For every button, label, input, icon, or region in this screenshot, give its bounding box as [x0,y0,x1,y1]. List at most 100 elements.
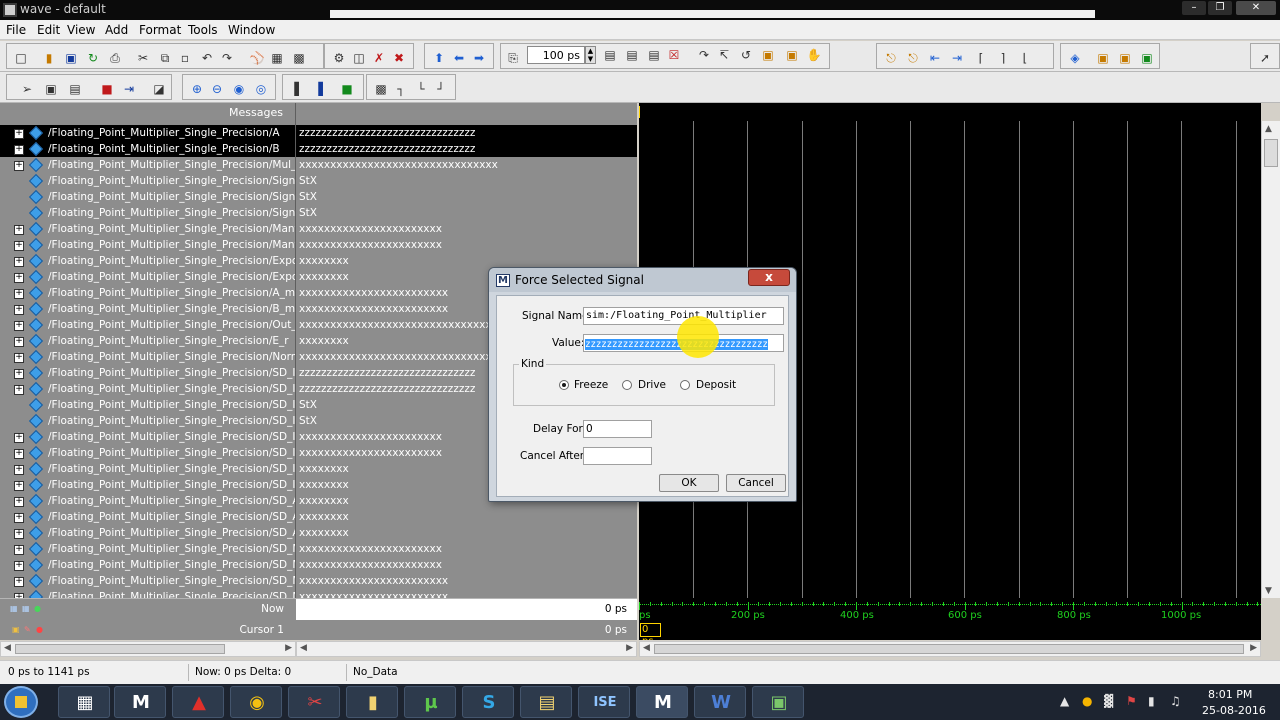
network-signal-icon[interactable]: ▓ [1104,694,1113,708]
break-icon[interactable]: ✗ [371,50,387,66]
expand-icon[interactable]: + [14,369,24,379]
scroll-left-icon[interactable]: ◀ [300,643,307,653]
signal-row[interactable]: +/Floating_Point_Multiplier_Single_Preci… [0,333,295,349]
signal-value-row[interactable]: xxxxxxxx [296,525,637,541]
task-calculator[interactable]: ▦ [58,686,110,718]
signal-row[interactable]: /Floating_Point_Multiplier_Single_Precis… [0,189,295,205]
task-folder[interactable]: ▮ [346,686,398,718]
profile-icon[interactable]: ▣ [784,47,800,63]
signal-row[interactable]: +/Floating_Point_Multiplier_Single_Preci… [0,477,295,493]
ok-button[interactable]: OK [659,474,719,492]
clock-date[interactable]: 25-08-2016 [1202,704,1266,717]
trace-back-icon[interactable]: ▣ [1117,50,1133,66]
rising-edge-icon[interactable]: ⌈ [973,50,989,66]
expand-icon[interactable]: + [14,321,24,331]
drive-label[interactable]: Drive [638,379,666,391]
signal-value-row[interactable]: xxxxxxxxxxxxxxxxxxxxxxx [296,541,637,557]
value-hscroll[interactable]: ◀ ▶ [296,641,637,657]
signal-row[interactable]: +/Floating_Point_Multiplier_Single_Preci… [0,285,295,301]
signal-value-row[interactable]: xxxxxxxxxxxxxxxxxxxxxxxx [296,589,637,598]
signal-row[interactable]: +/Floating_Point_Multiplier_Single_Preci… [0,541,295,557]
continue-run-icon[interactable]: ▤ [624,47,640,63]
signal-row[interactable]: +/Floating_Point_Multiplier_Single_Preci… [0,429,295,445]
signal-value-row[interactable]: xxxxxxxxxxxxxxxxxxxxxxxxxxxxxxxx [296,157,637,173]
expand-icon[interactable]: + [14,449,24,459]
freeze-radio[interactable] [559,380,569,390]
column-mid-icon[interactable]: ▌ [315,81,331,97]
signal-value-row[interactable]: StX [296,205,637,221]
expand-icon[interactable]: + [14,129,24,139]
run-icon[interactable]: ▤ [602,47,618,63]
signal-row[interactable]: /Floating_Point_Multiplier_Single_Precis… [0,173,295,189]
signal-value-row[interactable]: xxxxxxxxxxxxxxxxxxxxxxxx [296,573,637,589]
print-icon[interactable]: ⎙ [107,50,123,66]
signal-value-row[interactable]: xxxxxxxxxxxxxxxxxxxxxxx [296,221,637,237]
task-utorrent[interactable]: µ [404,686,456,718]
redo-icon[interactable]: ↷ [219,50,235,66]
drive-radio[interactable] [622,380,632,390]
dialog-close-button[interactable]: x [748,269,790,286]
signal-row[interactable]: /Floating_Point_Multiplier_Single_Precis… [0,413,295,429]
run-all-icon[interactable]: ▤ [646,47,662,63]
insert-cursor-icon[interactable]: ⎋ [883,50,899,66]
scroll-left-icon[interactable]: ◀ [643,643,650,653]
prev-edge-icon[interactable]: ⇤ [927,50,943,66]
falling-edge-icon[interactable]: ⌉ [995,50,1011,66]
signal-row[interactable]: +/Floating_Point_Multiplier_Single_Preci… [0,589,295,598]
menu-window[interactable]: Window [228,23,275,37]
signal-row[interactable]: +/Floating_Point_Multiplier_Single_Preci… [0,157,295,173]
signal-value-row[interactable]: StX [296,173,637,189]
pointer-options-icon[interactable]: ➚ [1257,50,1273,66]
task-chrome[interactable]: ◉ [230,686,282,718]
copy-structure-icon[interactable]: ▩ [291,50,307,66]
signal-row[interactable]: +/Floating_Point_Multiplier_Single_Preci… [0,525,295,541]
add-icon[interactable]: ● [34,604,43,613]
deposit-radio[interactable] [680,380,690,390]
battery-icon[interactable]: ▮ [1148,694,1155,708]
signal-row[interactable]: +/Floating_Point_Multiplier_Single_Preci… [0,349,295,365]
column-left-icon[interactable]: ▌ [291,81,307,97]
start-button[interactable] [4,686,38,718]
zoom-full-icon[interactable]: ◉ [231,81,247,97]
task-modelsim[interactable]: M [114,686,166,718]
tray-app-icon[interactable]: ● [1082,694,1092,708]
step-out-icon[interactable]: ↺ [738,47,754,63]
remove-cursor-icon[interactable]: ● [36,625,45,634]
wave-format-icon[interactable]: ▩ [373,81,389,97]
expand-icon[interactable]: + [14,513,24,523]
expand-icon[interactable]: + [14,433,24,443]
signal-row[interactable]: +/Floating_Point_Multiplier_Single_Preci… [0,573,295,589]
trace-forward-icon[interactable]: ▣ [1139,50,1155,66]
scroll-thumb[interactable] [1264,139,1278,167]
signal-row[interactable]: /Floating_Point_Multiplier_Single_Precis… [0,205,295,221]
expand-icon[interactable]: + [14,353,24,363]
signal-row[interactable]: +/Floating_Point_Multiplier_Single_Preci… [0,125,295,141]
expand-icon[interactable]: + [14,481,24,491]
menu-add[interactable]: Add [105,23,128,37]
signal-row[interactable]: +/Floating_Point_Multiplier_Single_Preci… [0,237,295,253]
menu-tools[interactable]: Tools [188,23,218,37]
signal-row[interactable]: +/Floating_Point_Multiplier_Single_Preci… [0,509,295,525]
signal-value-row[interactable]: StX [296,189,637,205]
cancel-button[interactable]: Cancel [726,474,786,492]
new-file-icon[interactable]: □ [13,50,29,66]
step-over-icon[interactable]: ↸ [716,47,732,63]
menu-view[interactable]: View [67,23,95,37]
signal-hscroll-thumb[interactable] [15,644,225,654]
run-length-stepper[interactable]: ▲ ▼ [585,46,596,64]
menu-format[interactable]: Format [139,23,181,37]
scroll-left-icon[interactable]: ◀ [4,643,11,653]
expand-icon[interactable]: + [14,305,24,315]
expand-icon[interactable]: + [14,465,24,475]
expand-icon[interactable]: + [14,241,24,251]
signal-row[interactable]: +/Floating_Point_Multiplier_Single_Preci… [0,381,295,397]
save-icon[interactable]: ▣ [63,50,79,66]
scroll-right-icon[interactable]: ▶ [1250,643,1257,653]
hand-icon[interactable]: ✋ [806,47,822,63]
any-edge-icon[interactable]: ⌊ [1017,50,1033,66]
menu-edit[interactable]: Edit [37,23,60,37]
arrow-up-icon[interactable]: ⬆ [431,50,447,66]
edit-mode-icon[interactable]: ▤ [67,81,83,97]
lock-icon[interactable]: ▣ [12,625,21,634]
wave-compare-icon[interactable]: ◫ [351,50,367,66]
